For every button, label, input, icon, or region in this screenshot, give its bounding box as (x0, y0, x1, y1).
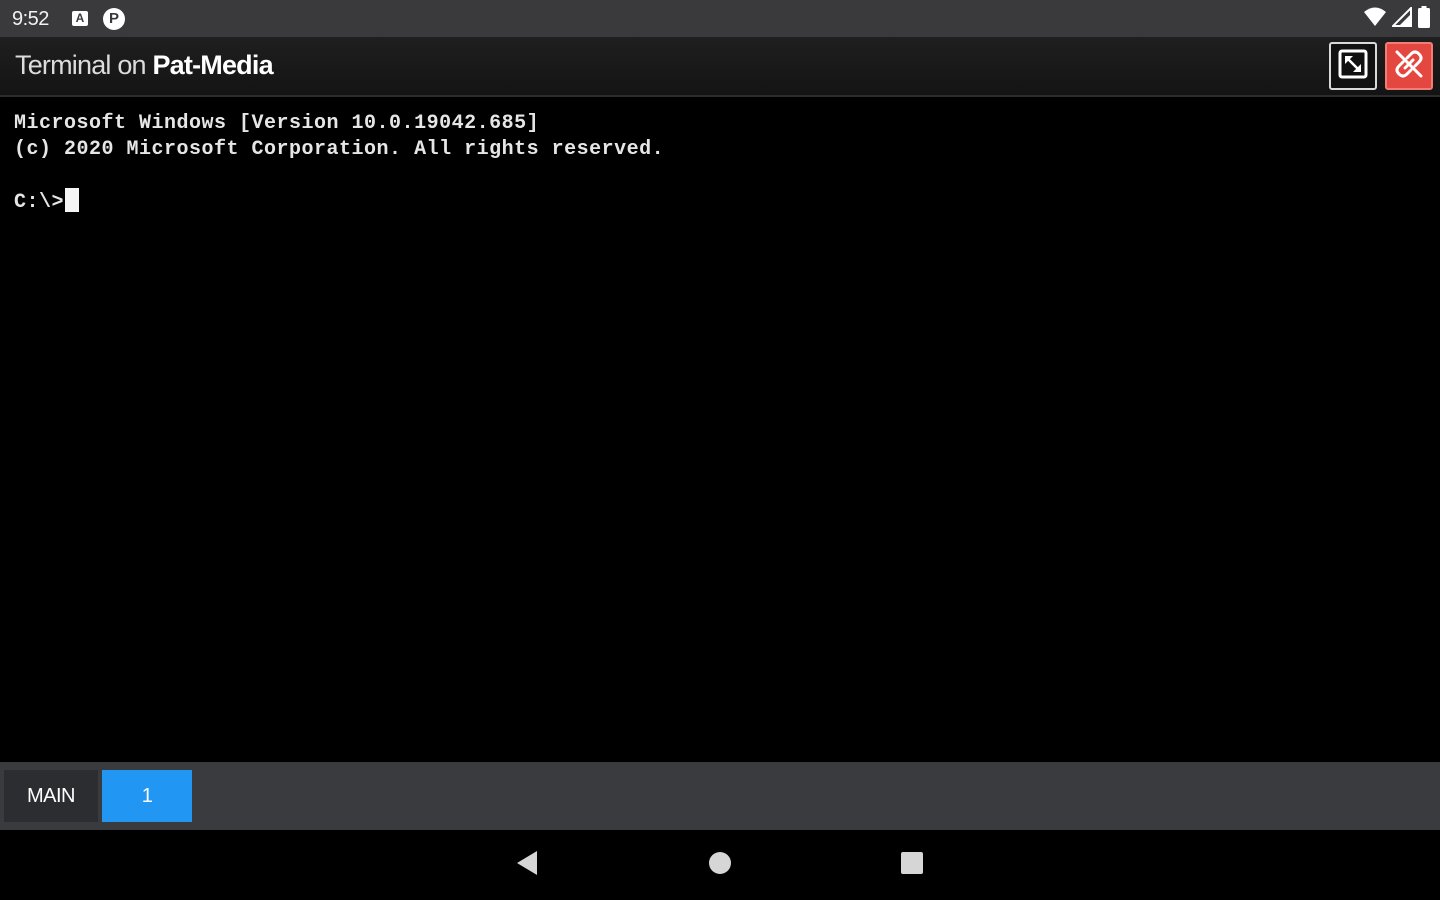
terminal-line: Microsoft Windows [Version 10.0.19042.68… (14, 112, 540, 135)
terminal-console[interactable]: Microsoft Windows [Version 10.0.19042.68… (0, 97, 1440, 762)
host-name: Pat-Media (152, 50, 273, 80)
terminal-prompt-line[interactable]: C:\> (14, 188, 80, 216)
system-tray (1364, 5, 1430, 33)
tab-main[interactable]: MAIN (4, 770, 98, 822)
terminal-prompt: C:\> (14, 191, 65, 214)
recents-button[interactable] (892, 850, 932, 880)
navigation-bar (0, 830, 1440, 900)
recents-icon (900, 851, 924, 880)
status-bar: 9:52 A P (0, 0, 1440, 37)
battery-icon (1418, 5, 1430, 33)
home-button[interactable] (700, 850, 740, 880)
tab-1[interactable]: 1 (102, 770, 192, 822)
title-prefix: Terminal on (15, 50, 153, 80)
android-screen: 9:52 A P Terminal on Pat-Media Microsoft… (0, 0, 1440, 900)
fullscreen-icon (1338, 49, 1368, 84)
app-header: Terminal on Pat-Media (0, 37, 1440, 97)
cell-signal-icon (1390, 5, 1412, 32)
back-icon (515, 850, 539, 881)
status-time: 9:52 (12, 8, 49, 30)
wifi-icon (1364, 7, 1386, 32)
fullscreen-button[interactable] (1329, 42, 1377, 90)
p-circle-icon: P (103, 8, 125, 30)
disconnect-icon (1394, 49, 1424, 84)
terminal-line: (c) 2020 Microsoft Corporation. All righ… (14, 138, 665, 161)
home-icon (708, 851, 732, 880)
a-badge-icon: A (72, 11, 88, 26)
session-tab-bar: MAIN 1 (0, 762, 1440, 830)
disconnect-button[interactable] (1385, 42, 1433, 90)
back-button[interactable] (507, 850, 547, 880)
terminal-cursor (65, 188, 80, 212)
page-title: Terminal on Pat-Media (15, 49, 274, 81)
